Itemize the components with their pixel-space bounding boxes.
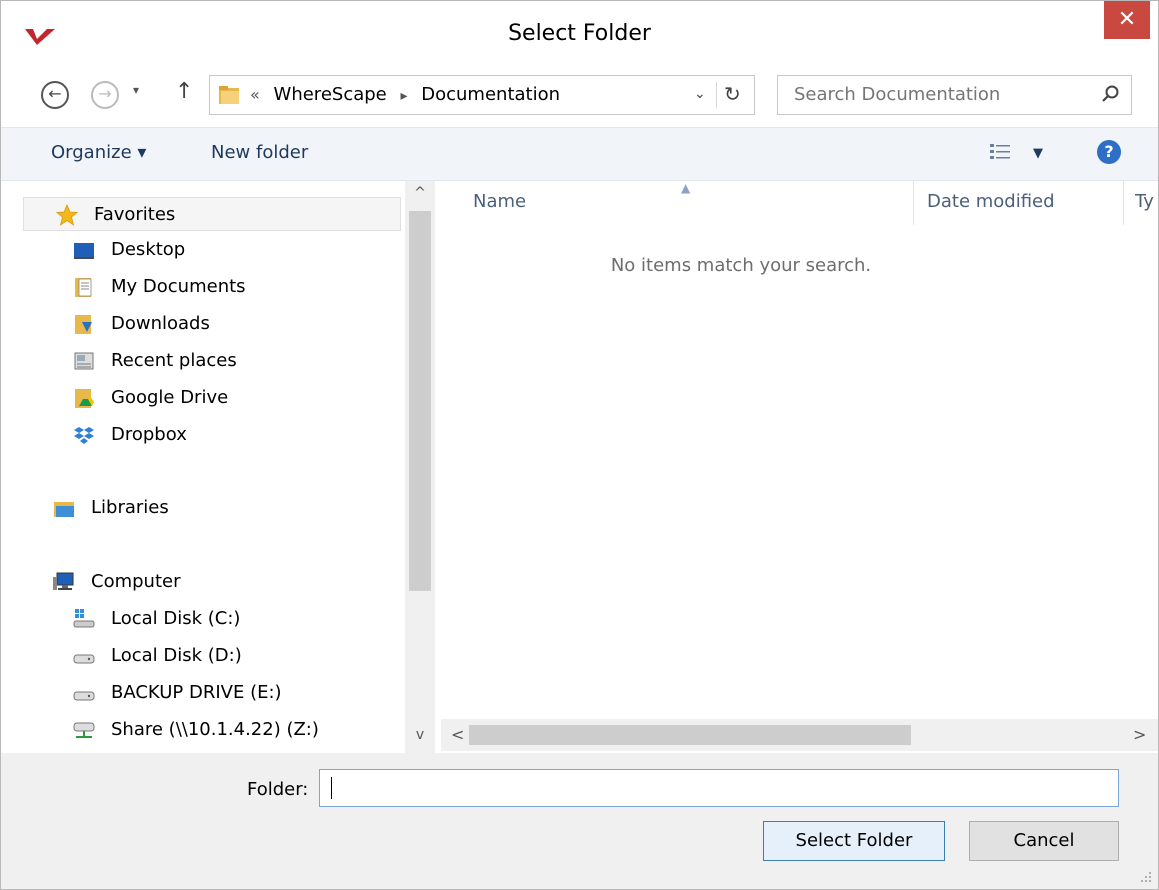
recent-locations-button[interactable]: ▾ — [133, 83, 139, 97]
documents-folder-icon — [75, 278, 92, 297]
navigation-pane-scrollbar[interactable]: ^ v — [405, 181, 435, 753]
tree-item-downloads[interactable]: Downloads — [19, 307, 405, 341]
star-icon — [56, 204, 78, 226]
organize-menu-button[interactable]: Organize ▾ — [51, 142, 146, 163]
breadcrumb-item-documentation[interactable]: Documentation — [421, 84, 560, 105]
select-folder-dialog: Select Folder ✕ ← → ▾ ↑ « WhereScape ▸ D… — [0, 0, 1159, 890]
search-box[interactable] — [777, 75, 1132, 115]
tree-item-local-disk-d[interactable]: Local Disk (D:) — [19, 639, 405, 673]
back-arrow-icon: ← — [48, 84, 62, 103]
system-drive-icon — [73, 609, 95, 628]
tree-label: Desktop — [111, 239, 186, 260]
sort-ascending-icon: ▲ — [681, 181, 691, 195]
tree-item-libraries[interactable]: Libraries — [19, 491, 405, 525]
forward-arrow-icon: → — [98, 84, 112, 103]
column-header-name[interactable]: Name — [473, 191, 526, 212]
scroll-up-icon[interactable]: ^ — [405, 185, 435, 201]
view-dropdown-icon[interactable]: ▼ — [1033, 146, 1043, 161]
command-bar: Organize ▾ New folder ▼ ? — [1, 127, 1158, 181]
select-folder-button[interactable]: Select Folder — [763, 821, 945, 861]
close-icon: ✕ — [1117, 7, 1137, 32]
window-title: Select Folder — [508, 21, 651, 46]
tree-item-google-drive[interactable]: Google Drive — [19, 381, 405, 415]
tree-label: Downloads — [111, 313, 210, 334]
address-bar[interactable]: « WhereScape ▸ Documentation ⌄ ↻ — [209, 75, 755, 115]
downloads-folder-icon — [75, 315, 92, 334]
up-arrow-icon: ↑ — [175, 79, 194, 104]
tree-label: My Documents — [111, 276, 246, 297]
dialog-footer: Folder: Select Folder Cancel — [1, 753, 1158, 889]
tree-item-computer[interactable]: Computer — [19, 565, 405, 599]
tree-item-recent-places[interactable]: Recent places — [19, 344, 405, 378]
scroll-left-icon[interactable]: < — [451, 725, 464, 744]
cancel-button[interactable]: Cancel — [969, 821, 1119, 861]
tree-label: Libraries — [91, 497, 169, 518]
scroll-down-icon[interactable]: v — [405, 727, 435, 743]
column-header-date-modified[interactable]: Date modified — [927, 191, 1055, 212]
file-list-scrollbar[interactable]: < > — [441, 719, 1158, 751]
dropbox-icon — [74, 427, 94, 444]
tree-item-backup-drive-e[interactable]: BACKUP DRIVE (E:) — [19, 676, 405, 710]
tree-label: Google Drive — [111, 387, 229, 408]
folder-input[interactable] — [319, 769, 1119, 807]
search-icon[interactable] — [1101, 84, 1121, 104]
column-divider[interactable] — [1123, 181, 1124, 225]
column-header-type[interactable]: Ty — [1135, 191, 1154, 212]
hard-drive-icon — [73, 654, 95, 664]
tree-item-share-z[interactable]: Share (\\10.1.4.22) (Z:) — [19, 713, 405, 747]
file-list[interactable]: ▲ Name Date modified Ty No items match y… — [441, 181, 1158, 753]
recent-places-icon — [74, 352, 94, 370]
empty-message: No items match your search. — [610, 255, 872, 276]
desktop-icon — [74, 243, 94, 259]
search-input[interactable] — [792, 83, 1086, 106]
hard-drive-icon — [73, 691, 95, 701]
tree-label: Dropbox — [111, 424, 187, 445]
text-caret — [331, 777, 332, 799]
address-dropdown-icon[interactable]: ⌄ — [694, 86, 706, 102]
column-divider[interactable] — [913, 181, 914, 225]
scrollbar-thumb[interactable] — [409, 211, 431, 591]
network-drive-icon — [73, 722, 95, 738]
back-button[interactable]: ← — [41, 81, 69, 109]
new-folder-button[interactable]: New folder — [211, 142, 308, 163]
help-icon[interactable]: ? — [1097, 140, 1121, 164]
tree-item-desktop[interactable]: Desktop — [19, 233, 405, 267]
navigation-bar: ← → ▾ ↑ « WhereScape ▸ Documentation ⌄ ↻… — [1, 69, 1158, 125]
tree-item-my-documents[interactable]: My Documents — [19, 270, 405, 304]
tree-label: Local Disk (D:) — [111, 645, 242, 666]
title-bar[interactable]: Select Folder ✕ — [1, 1, 1158, 69]
computer-icon — [53, 572, 74, 590]
forward-button[interactable]: → — [91, 81, 119, 109]
breadcrumb-item-wherescape[interactable]: WhereScape — [274, 84, 387, 105]
breadcrumb-overflow[interactable]: « — [250, 85, 260, 104]
libraries-icon — [54, 502, 74, 517]
view-options-icon[interactable] — [989, 142, 1013, 162]
tree-item-dropbox[interactable]: Dropbox — [19, 418, 405, 452]
breadcrumb-separator-icon[interactable]: ▸ — [400, 88, 407, 104]
refresh-icon[interactable]: ↻ — [724, 82, 741, 106]
navigation-pane: Favorites Desktop My Documents Downloads — [19, 181, 405, 753]
breadcrumb: « WhereScape ▸ Documentation — [250, 84, 560, 105]
tree-item-local-disk-c[interactable]: Local Disk (C:) — [19, 602, 405, 636]
address-divider — [716, 82, 717, 108]
tree-label: Share (\\10.1.4.22) (Z:) — [111, 719, 319, 740]
resize-grip-icon[interactable] — [1138, 869, 1152, 883]
folder-label: Folder: — [247, 779, 309, 800]
tree-label: Favorites — [94, 204, 176, 225]
tree-label: BACKUP DRIVE (E:) — [111, 682, 282, 703]
chevron-down-icon: ▾ — [133, 83, 140, 97]
scrollbar-thumb[interactable] — [469, 725, 911, 745]
close-button[interactable]: ✕ — [1104, 1, 1150, 39]
up-button[interactable]: ↑ — [175, 79, 193, 104]
tree-item-favorites[interactable]: Favorites — [23, 197, 401, 231]
tree-label: Recent places — [111, 350, 237, 371]
folder-icon — [219, 86, 239, 104]
tree-label: Local Disk (C:) — [111, 608, 241, 629]
tree-label: Computer — [91, 571, 181, 592]
google-drive-folder-icon — [75, 389, 94, 408]
scroll-right-icon[interactable]: > — [1133, 725, 1146, 744]
